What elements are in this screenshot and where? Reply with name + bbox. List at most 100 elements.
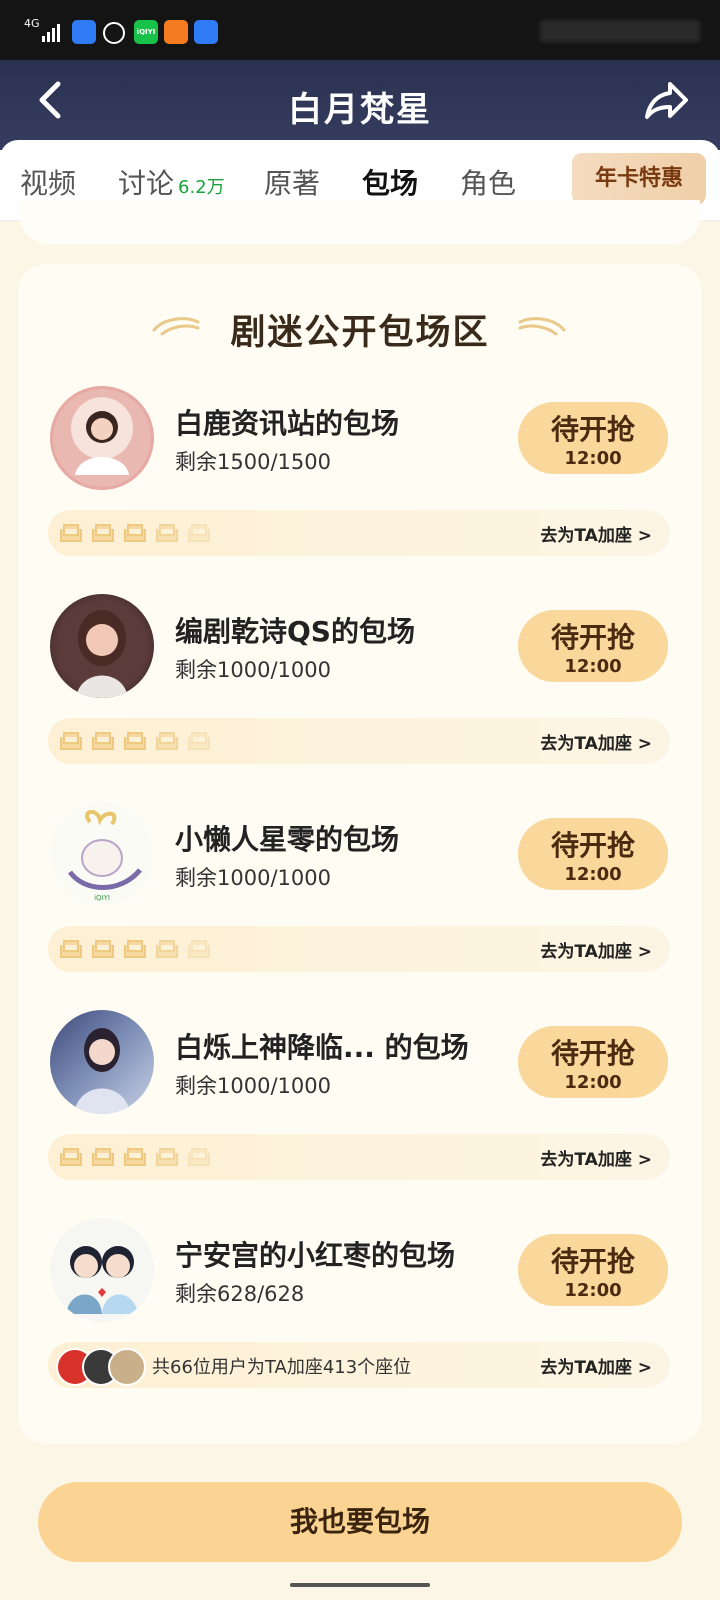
seat-icon [60, 732, 82, 750]
seat-icon [124, 1148, 146, 1166]
avatar-creature-icon: iQIYI [67, 810, 142, 902]
screening-name: 白烁上神降临... 的包场 [175, 1031, 469, 1064]
supporters-summary: 共66位用户为TA加座413个座位 [152, 1357, 412, 1378]
grab-seat-button[interactable]: 待开抢 12:00 [518, 1234, 668, 1306]
avatar-portrait-icon [74, 1028, 130, 1114]
seat-icon [124, 940, 146, 958]
seat-icon [156, 940, 178, 958]
supporter-avatar [108, 1348, 146, 1386]
screening-name: 编剧乾诗QS的包场 [175, 615, 415, 648]
grab-label: 待开抢 [550, 1245, 635, 1278]
tab-discussion[interactable]: 讨论 6.2万 [118, 162, 225, 202]
seat-icon [188, 940, 210, 958]
avatar[interactable] [50, 386, 154, 490]
add-seat-link[interactable]: 去为TA加座 > [540, 729, 652, 754]
svg-text:iQIYI: iQIYI [94, 894, 110, 902]
mail-icon [164, 20, 188, 44]
grab-label: 待开抢 [550, 1037, 635, 1070]
swirl-decoration-icon [518, 317, 566, 336]
list-item: 编剧乾诗QS的包场 剩余1000/1000 待开抢 12:00 去为TA加座 > [18, 594, 702, 784]
discussion-count-badge: 6.2万 [178, 177, 225, 198]
status-right-icons [540, 20, 700, 42]
seat-icon [60, 1148, 82, 1166]
avatar[interactable] [50, 1010, 154, 1114]
seat-icon [92, 524, 114, 542]
signal-icon [42, 22, 62, 42]
seat-icon [92, 1148, 114, 1166]
seat-icon [60, 940, 82, 958]
seats-remaining: 剩余1500/1500 [175, 450, 331, 474]
seat-icon [188, 732, 210, 750]
grab-seat-button[interactable]: 待开抢 12:00 [518, 610, 668, 682]
status-bar: 4G iQIYI [0, 0, 720, 60]
fan-screening-section: 剧迷公开包场区 白鹿资讯站的包场 剩余1500/1500 待开抢 12:00 去… [18, 264, 702, 1444]
tab-label: 视频 [20, 167, 77, 200]
screening-name: 宁安宫的小红枣的包场 [175, 1239, 456, 1272]
seat-bar: 去为TA加座 > [48, 718, 670, 764]
seat-bar: 共66位用户为TA加座413个座位 去为TA加座 > [48, 1342, 670, 1388]
section-title: 剧迷公开包场区 [230, 313, 490, 353]
home-indicator[interactable] [290, 1583, 430, 1587]
add-seat-link[interactable]: 去为TA加座 > [540, 1353, 652, 1378]
previous-card-bottom [20, 200, 700, 244]
grab-seat-button[interactable]: 待开抢 12:00 [518, 1026, 668, 1098]
avatar[interactable] [50, 594, 154, 698]
grab-seat-button[interactable]: 待开抢 12:00 [518, 402, 668, 474]
grab-time: 12:00 [564, 1280, 622, 1301]
seats-remaining: 剩余1000/1000 [175, 1074, 331, 1098]
seat-icon [124, 524, 146, 542]
share-icon[interactable] [642, 76, 690, 124]
iqiyi-icon: iQIYI [134, 20, 158, 44]
list-item: 白烁上神降临... 的包场 剩余1000/1000 待开抢 12:00 去为TA… [18, 1010, 702, 1200]
alarm-icon [103, 22, 125, 44]
tab-label: 讨论 [118, 167, 175, 200]
seat-icon [188, 1148, 210, 1166]
page-title: 白月梵星 [288, 90, 432, 130]
screening-name: 白鹿资讯站的包场 [175, 407, 400, 440]
seat-icon [60, 524, 82, 542]
seat-icon [92, 732, 114, 750]
grab-label: 待开抢 [550, 829, 635, 862]
tab-video[interactable]: 视频 [20, 162, 76, 202]
network-type: 4G [24, 17, 40, 30]
tab-original-novel[interactable]: 原著 [264, 162, 320, 202]
list-item: 白鹿资讯站的包场 剩余1500/1500 待开抢 12:00 去为TA加座 > [18, 386, 702, 576]
seat-bar: 去为TA加座 > [48, 926, 670, 972]
list-item: 宁安宫的小红枣的包场 剩余628/628 待开抢 12:00 共66位用户为TA… [18, 1218, 702, 1408]
avatar[interactable]: iQIYI [50, 802, 154, 906]
add-seat-link[interactable]: 去为TA加座 > [540, 937, 652, 962]
screening-name: 小懒人星零的包场 [175, 823, 400, 856]
seat-icon [188, 524, 210, 542]
tab-characters[interactable]: 角色 [460, 162, 516, 202]
tab-private-screening[interactable]: 包场 [362, 162, 418, 202]
avatar-portrait-icon [76, 610, 128, 698]
app-header: 白月梵星 [0, 60, 720, 150]
seat-icon [156, 732, 178, 750]
grab-label: 待开抢 [550, 621, 635, 654]
seats-remaining: 剩余1000/1000 [175, 866, 331, 890]
grab-time: 12:00 [564, 864, 622, 885]
seats-remaining: 剩余1000/1000 [175, 658, 331, 682]
seat-icon [92, 940, 114, 958]
annual-card-promo-button[interactable]: 年卡特惠 [572, 153, 706, 205]
tab-label: 角色 [460, 167, 517, 200]
shield-icon [72, 20, 96, 44]
tab-label: 原著 [264, 167, 321, 200]
tab-label: 包场 [362, 167, 419, 200]
seat-icon [124, 732, 146, 750]
create-screening-button[interactable]: 我也要包场 [38, 1482, 682, 1562]
grab-time: 12:00 [564, 656, 622, 677]
grab-seat-button[interactable]: 待开抢 12:00 [518, 818, 668, 890]
seats-remaining: 剩余628/628 [175, 1282, 305, 1306]
grab-time: 12:00 [564, 1072, 622, 1093]
add-seat-link[interactable]: 去为TA加座 > [540, 1145, 652, 1170]
seat-bar: 去为TA加座 > [48, 510, 670, 556]
avatar-portrait-icon [75, 411, 129, 475]
avatar[interactable] [50, 1218, 154, 1322]
grab-time: 12:00 [564, 448, 622, 469]
seat-icon [156, 524, 178, 542]
add-seat-link[interactable]: 去为TA加座 > [540, 521, 652, 546]
avatar-cartoon-couple-icon [66, 1246, 138, 1314]
seat-bar: 去为TA加座 > [48, 1134, 670, 1180]
grab-label: 待开抢 [550, 413, 635, 446]
